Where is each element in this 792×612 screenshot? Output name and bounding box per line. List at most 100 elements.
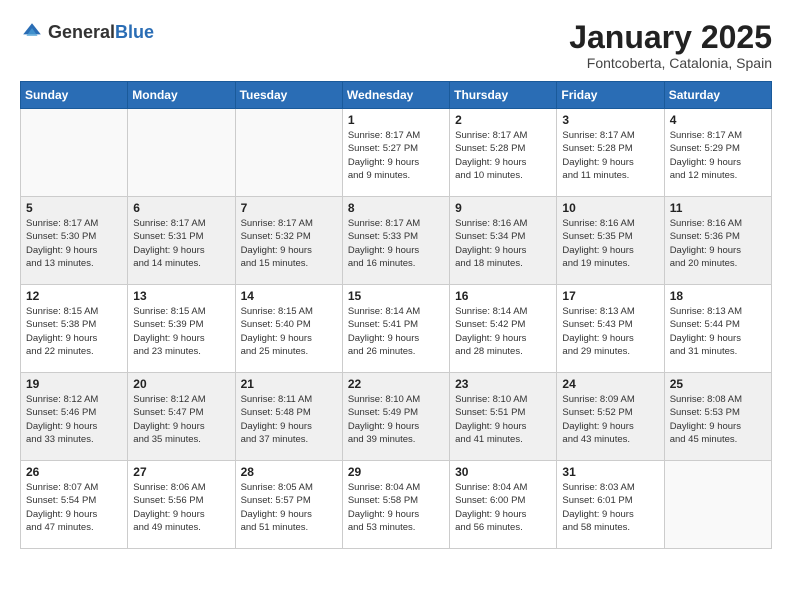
calendar-day bbox=[21, 109, 128, 197]
day-number: 16 bbox=[455, 289, 551, 303]
day-number: 13 bbox=[133, 289, 229, 303]
day-number: 17 bbox=[562, 289, 658, 303]
logo-icon bbox=[20, 20, 44, 44]
calendar-day: 20 Sunrise: 8:12 AMSunset: 5:47 PMDayligh… bbox=[128, 373, 235, 461]
day-number: 31 bbox=[562, 465, 658, 479]
day-number: 20 bbox=[133, 377, 229, 391]
weekday-header-tuesday: Tuesday bbox=[235, 82, 342, 109]
calendar-week-2: 5 Sunrise: 8:17 AMSunset: 5:30 PMDaylight… bbox=[21, 197, 772, 285]
day-info: Sunrise: 8:16 AMSunset: 5:34 PMDaylight:… bbox=[455, 217, 551, 270]
day-info: Sunrise: 8:17 AMSunset: 5:28 PMDaylight:… bbox=[455, 129, 551, 182]
day-number: 8 bbox=[348, 201, 444, 215]
calendar-day bbox=[664, 461, 771, 549]
calendar-day: 21Sunrise: 8:11 AMSunset: 5:48 PMDayligh… bbox=[235, 373, 342, 461]
calendar-day: 31 Sunrise: 8:03 AMSunset: 6:01 PMDayligh… bbox=[557, 461, 664, 549]
day-info: Sunrise: 8:06 AMSunset: 5:56 PMDaylight:… bbox=[133, 481, 229, 534]
calendar-day: 10Sunrise: 8:16 AMSunset: 5:35 PMDayligh… bbox=[557, 197, 664, 285]
day-info: Sunrise: 8:17 AMSunset: 5:31 PMDaylight:… bbox=[133, 217, 229, 270]
day-info: Sunrise: 8:12 AMSunset: 5:46 PMDaylight:… bbox=[26, 393, 122, 446]
day-number: 23 bbox=[455, 377, 551, 391]
day-number: 15 bbox=[348, 289, 444, 303]
day-number: 10 bbox=[562, 201, 658, 215]
calendar-table: SundayMondayTuesdayWednesdayThursdayFrid… bbox=[20, 81, 772, 549]
day-info: Sunrise: 8:10 AMSunset: 5:49 PMDaylight:… bbox=[348, 393, 444, 446]
calendar-week-4: 19 Sunrise: 8:12 AMSunset: 5:46 PMDayligh… bbox=[21, 373, 772, 461]
day-info: Sunrise: 8:17 AMSunset: 5:33 PMDaylight:… bbox=[348, 217, 444, 270]
logo-text-general: General bbox=[48, 22, 115, 42]
day-info: Sunrise: 8:04 AMSunset: 6:00 PMDaylight:… bbox=[455, 481, 551, 534]
day-number: 18 bbox=[670, 289, 766, 303]
day-info: Sunrise: 8:17 AMSunset: 5:27 PMDaylight:… bbox=[348, 129, 444, 182]
calendar-day: 15 Sunrise: 8:14 AMSunset: 5:41 PMDayligh… bbox=[342, 285, 449, 373]
calendar-day: 8 Sunrise: 8:17 AMSunset: 5:33 PMDaylight… bbox=[342, 197, 449, 285]
calendar-day: 30 Sunrise: 8:04 AMSunset: 6:00 PMDayligh… bbox=[450, 461, 557, 549]
day-info: Sunrise: 8:15 AMSunset: 5:39 PMDaylight:… bbox=[133, 305, 229, 358]
day-info: Sunrise: 8:04 AMSunset: 5:58 PMDaylight:… bbox=[348, 481, 444, 534]
calendar-day: 9 Sunrise: 8:16 AMSunset: 5:34 PMDaylight… bbox=[450, 197, 557, 285]
calendar-day: 3 Sunrise: 8:17 AMSunset: 5:28 PMDaylight… bbox=[557, 109, 664, 197]
calendar-day: 16 Sunrise: 8:14 AMSunset: 5:42 PMDayligh… bbox=[450, 285, 557, 373]
calendar-day: 24 Sunrise: 8:09 AMSunset: 5:52 PMDayligh… bbox=[557, 373, 664, 461]
day-number: 7 bbox=[241, 201, 337, 215]
calendar-day: 17Sunrise: 8:13 AMSunset: 5:43 PMDayligh… bbox=[557, 285, 664, 373]
location: Fontcoberta, Catalonia, Spain bbox=[569, 55, 772, 71]
logo: GeneralBlue bbox=[20, 20, 154, 44]
day-number: 24 bbox=[562, 377, 658, 391]
day-number: 1 bbox=[348, 113, 444, 127]
calendar-day: 12 Sunrise: 8:15 AMSunset: 5:38 PMDayligh… bbox=[21, 285, 128, 373]
calendar-day: 23 Sunrise: 8:10 AMSunset: 5:51 PMDayligh… bbox=[450, 373, 557, 461]
day-info: Sunrise: 8:10 AMSunset: 5:51 PMDaylight:… bbox=[455, 393, 551, 446]
calendar-day: 1 Sunrise: 8:17 AMSunset: 5:27 PMDaylight… bbox=[342, 109, 449, 197]
calendar-week-3: 12 Sunrise: 8:15 AMSunset: 5:38 PMDayligh… bbox=[21, 285, 772, 373]
weekday-header-wednesday: Wednesday bbox=[342, 82, 449, 109]
calendar-week-5: 26Sunrise: 8:07 AMSunset: 5:54 PMDayligh… bbox=[21, 461, 772, 549]
day-number: 11 bbox=[670, 201, 766, 215]
title-block: January 2025 Fontcoberta, Catalonia, Spa… bbox=[569, 20, 772, 71]
day-number: 5 bbox=[26, 201, 122, 215]
day-info: Sunrise: 8:09 AMSunset: 5:52 PMDaylight:… bbox=[562, 393, 658, 446]
weekday-header-sunday: Sunday bbox=[21, 82, 128, 109]
calendar-day: 5 Sunrise: 8:17 AMSunset: 5:30 PMDaylight… bbox=[21, 197, 128, 285]
calendar-day bbox=[235, 109, 342, 197]
weekday-header-thursday: Thursday bbox=[450, 82, 557, 109]
calendar-day: 7 Sunrise: 8:17 AMSunset: 5:32 PMDaylight… bbox=[235, 197, 342, 285]
day-number: 6 bbox=[133, 201, 229, 215]
calendar-day: 25 Sunrise: 8:08 AMSunset: 5:53 PMDayligh… bbox=[664, 373, 771, 461]
day-number: 26 bbox=[26, 465, 122, 479]
day-number: 22 bbox=[348, 377, 444, 391]
day-number: 28 bbox=[241, 465, 337, 479]
day-number: 29 bbox=[348, 465, 444, 479]
day-number: 19 bbox=[26, 377, 122, 391]
calendar-day: 18 Sunrise: 8:13 AMSunset: 5:44 PMDayligh… bbox=[664, 285, 771, 373]
calendar-day bbox=[128, 109, 235, 197]
page-header: GeneralBlue January 2025 Fontcoberta, Ca… bbox=[20, 20, 772, 71]
day-info: Sunrise: 8:15 AMSunset: 5:40 PMDaylight:… bbox=[241, 305, 337, 358]
calendar-week-1: 1 Sunrise: 8:17 AMSunset: 5:27 PMDaylight… bbox=[21, 109, 772, 197]
day-info: Sunrise: 8:15 AMSunset: 5:38 PMDaylight:… bbox=[26, 305, 122, 358]
calendar-day: 4Sunrise: 8:17 AMSunset: 5:29 PMDaylight… bbox=[664, 109, 771, 197]
calendar-day: 13 Sunrise: 8:15 AMSunset: 5:39 PMDayligh… bbox=[128, 285, 235, 373]
day-info: Sunrise: 8:17 AMSunset: 5:28 PMDaylight:… bbox=[562, 129, 658, 182]
day-info: Sunrise: 8:03 AMSunset: 6:01 PMDaylight:… bbox=[562, 481, 658, 534]
day-number: 30 bbox=[455, 465, 551, 479]
calendar-day: 29 Sunrise: 8:04 AMSunset: 5:58 PMDayligh… bbox=[342, 461, 449, 549]
day-number: 25 bbox=[670, 377, 766, 391]
day-info: Sunrise: 8:17 AMSunset: 5:32 PMDaylight:… bbox=[241, 217, 337, 270]
day-number: 27 bbox=[133, 465, 229, 479]
day-number: 9 bbox=[455, 201, 551, 215]
day-info: Sunrise: 8:17 AMSunset: 5:30 PMDaylight:… bbox=[26, 217, 122, 270]
day-info: Sunrise: 8:13 AMSunset: 5:44 PMDaylight:… bbox=[670, 305, 766, 358]
day-info: Sunrise: 8:08 AMSunset: 5:53 PMDaylight:… bbox=[670, 393, 766, 446]
calendar-day: 27 Sunrise: 8:06 AMSunset: 5:56 PMDayligh… bbox=[128, 461, 235, 549]
day-number: 14 bbox=[241, 289, 337, 303]
day-number: 12 bbox=[26, 289, 122, 303]
month-title: January 2025 bbox=[569, 20, 772, 55]
calendar-day: 26Sunrise: 8:07 AMSunset: 5:54 PMDayligh… bbox=[21, 461, 128, 549]
day-info: Sunrise: 8:12 AMSunset: 5:47 PMDaylight:… bbox=[133, 393, 229, 446]
day-number: 3 bbox=[562, 113, 658, 127]
day-number: 21 bbox=[241, 377, 337, 391]
day-info: Sunrise: 8:14 AMSunset: 5:42 PMDaylight:… bbox=[455, 305, 551, 358]
calendar-day: 2 Sunrise: 8:17 AMSunset: 5:28 PMDaylight… bbox=[450, 109, 557, 197]
day-number: 2 bbox=[455, 113, 551, 127]
day-info: Sunrise: 8:14 AMSunset: 5:41 PMDaylight:… bbox=[348, 305, 444, 358]
